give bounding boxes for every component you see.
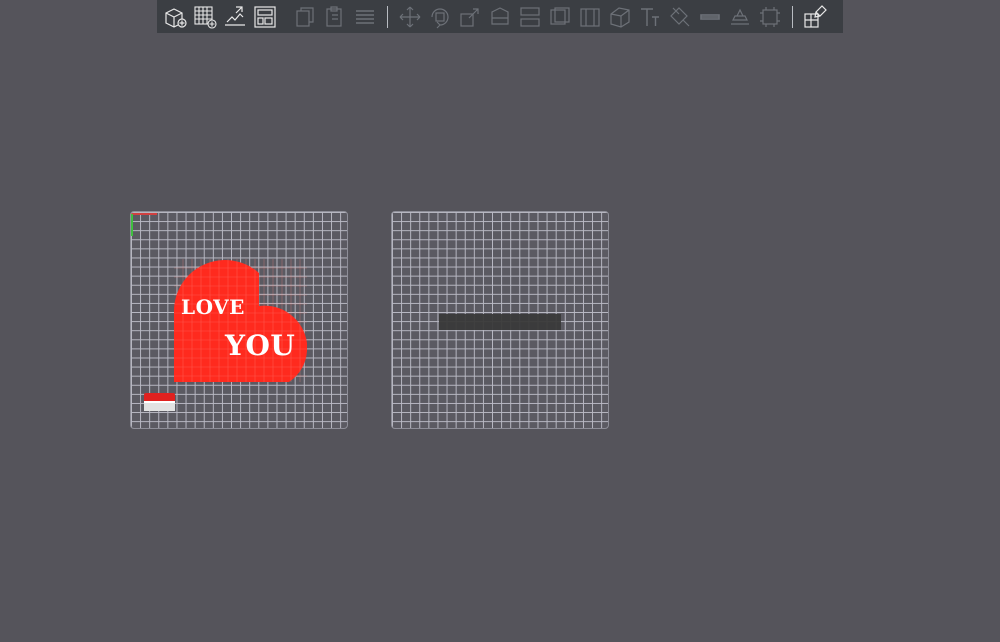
strip-model[interactable] xyxy=(439,314,561,330)
scale-icon[interactable] xyxy=(455,2,485,32)
paste-icon[interactable] xyxy=(320,2,350,32)
ai-assist-icon[interactable] xyxy=(800,2,830,32)
toolbar-separator xyxy=(280,6,290,28)
build-plate-1[interactable]: LOVE YOU xyxy=(130,211,348,429)
text-icon[interactable] xyxy=(635,2,665,32)
copy-icon[interactable] xyxy=(290,2,320,32)
layers-icon[interactable] xyxy=(350,2,380,32)
boolean-icon[interactable] xyxy=(575,2,605,32)
y-axis-indicator xyxy=(131,214,133,236)
cut-icon[interactable] xyxy=(485,2,515,32)
variable-layer-icon[interactable] xyxy=(725,2,755,32)
x-axis-indicator xyxy=(131,213,157,215)
emboss-icon[interactable] xyxy=(605,2,635,32)
heart-model[interactable] xyxy=(174,259,307,382)
add-object-icon[interactable] xyxy=(160,2,190,32)
model-text-love: LOVE xyxy=(181,295,245,319)
model-text-you: YOU xyxy=(225,329,296,362)
rotate-icon[interactable] xyxy=(425,2,455,32)
move-icon[interactable] xyxy=(395,2,425,32)
seam-paint-icon[interactable] xyxy=(695,2,725,32)
support-paint-icon[interactable] xyxy=(665,2,695,32)
split-objects-icon[interactable] xyxy=(515,2,545,32)
build-plate-2[interactable] xyxy=(391,211,609,429)
small-part-model[interactable] xyxy=(144,393,175,412)
add-plate-icon[interactable] xyxy=(190,2,220,32)
toolbar-separator xyxy=(792,5,793,28)
arrange-icon[interactable] xyxy=(250,2,280,32)
split-parts-icon[interactable] xyxy=(545,2,575,32)
import-icon[interactable] xyxy=(220,2,250,32)
toolbar-separator xyxy=(387,5,388,28)
toolbar xyxy=(157,0,843,33)
measure-icon[interactable] xyxy=(755,2,785,32)
